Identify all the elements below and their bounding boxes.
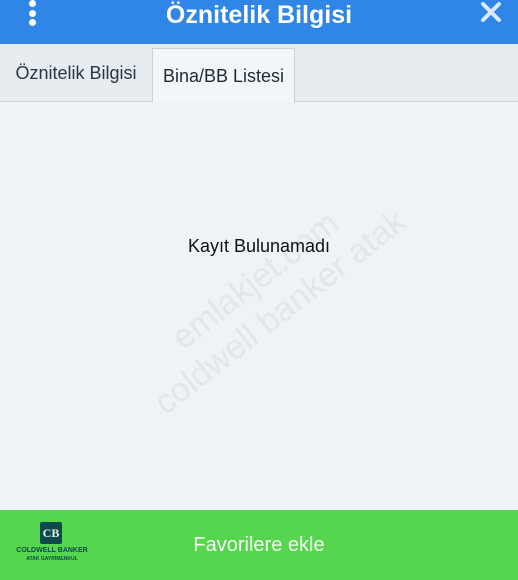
coldwell-banker-logo: CB COLDWELL BANKER ATAK GAYRİMENKUL: [14, 522, 90, 570]
watermark-line: coldwell banker atak: [146, 202, 414, 422]
app-header: Öznitelik Bilgisi: [0, 0, 518, 44]
watermark: emlakjet.com coldwell banker atak: [93, 148, 466, 477]
tab-content: emlakjet.com coldwell banker atak Kayıt …: [0, 102, 518, 510]
logo-mark: CB: [40, 522, 62, 544]
tab-building-list[interactable]: Bina/BB Listesi: [152, 48, 295, 103]
close-icon[interactable]: [478, 0, 504, 26]
logo-name: COLDWELL BANKER: [16, 547, 88, 554]
tab-bar: Öznitelik Bilgisi Bina/BB Listesi: [0, 44, 518, 103]
footer-bar: CB COLDWELL BANKER ATAK GAYRİMENKUL Favo…: [0, 510, 518, 580]
page-title: Öznitelik Bilgisi: [165, 1, 353, 29]
watermark-line: emlakjet.com: [164, 203, 346, 358]
logo-mark-text: CB: [42, 525, 60, 540]
logo-subtitle: ATAK GAYRİMENKUL: [26, 556, 78, 562]
empty-state-message: Kayıt Bulunamadı: [187, 236, 331, 256]
add-to-favorites-button[interactable]: Favorilere ekle: [120, 510, 398, 580]
tab-attribute-info[interactable]: Öznitelik Bilgisi: [0, 44, 152, 102]
